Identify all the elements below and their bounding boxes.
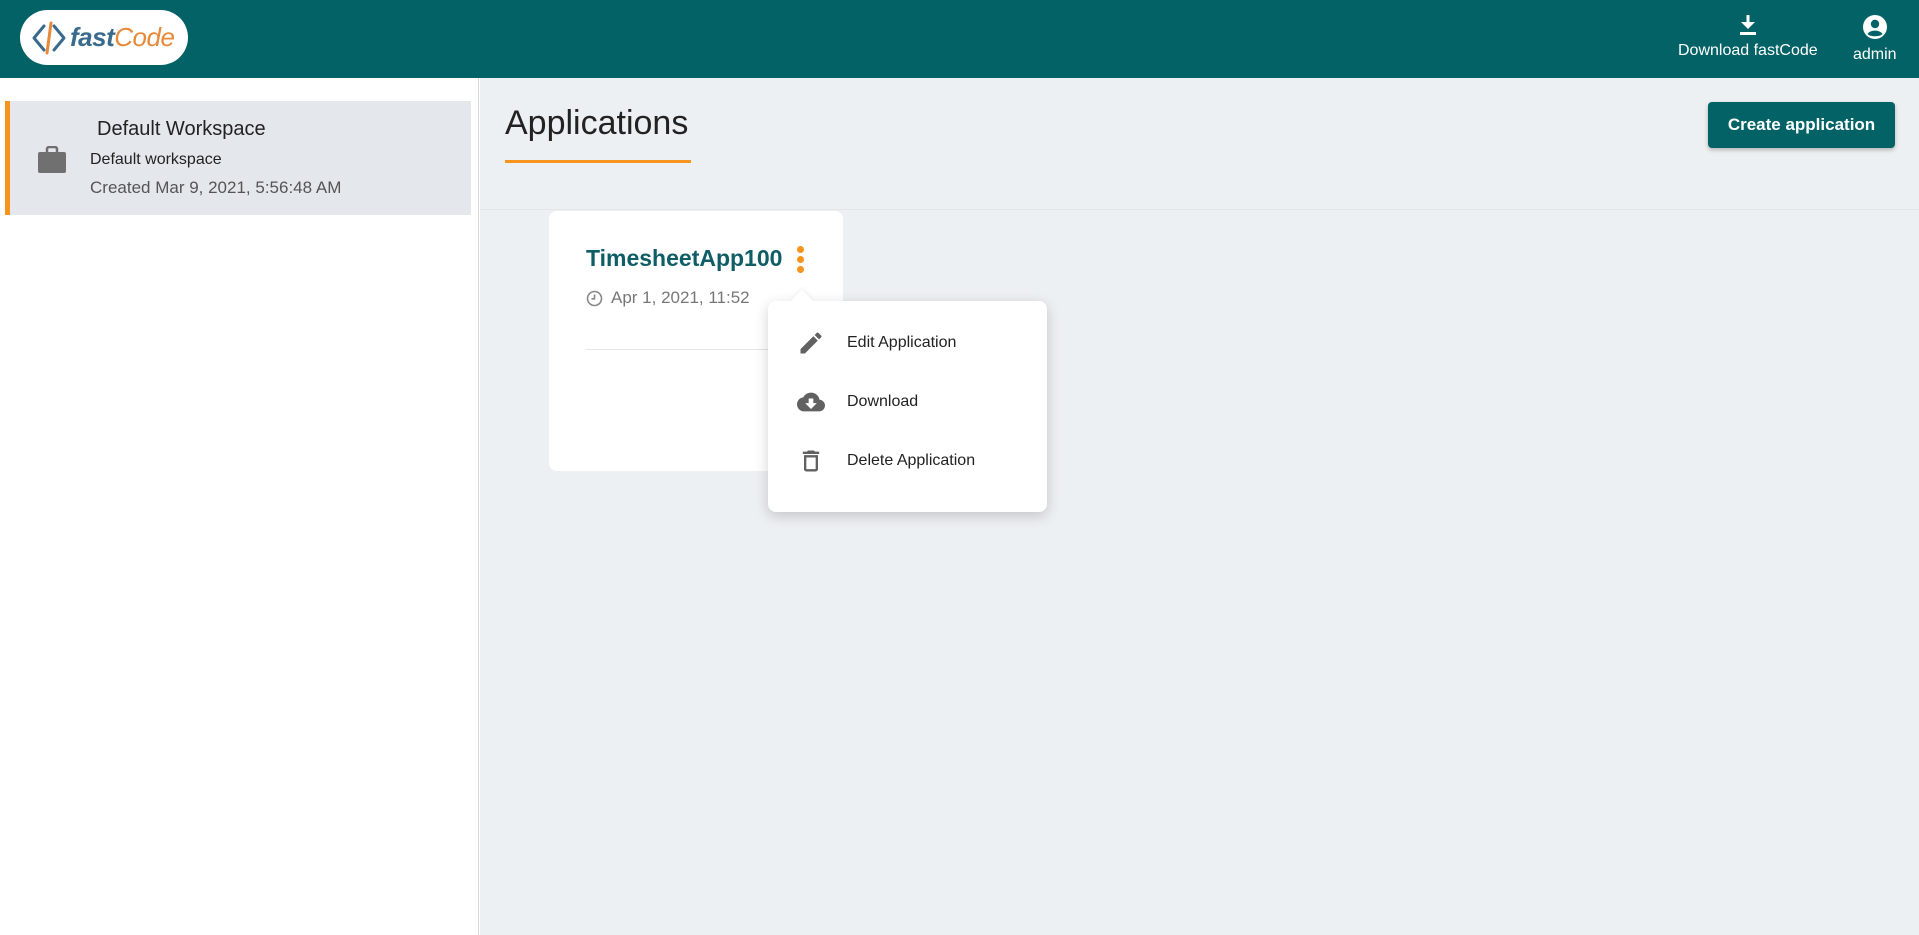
download-fastcode-label: Download fastCode — [1678, 42, 1818, 59]
menu-item-edit-application[interactable]: Edit Application — [768, 313, 1047, 372]
more-options-icon[interactable] — [793, 244, 807, 280]
page-header: Applications Create application — [480, 78, 1919, 210]
application-name[interactable]: TimesheetApp100 — [586, 245, 782, 272]
application-date-text: Apr 1, 2021, 11:52 — [611, 288, 750, 307]
menu-item-label: Edit Application — [847, 333, 957, 351]
download-icon — [1739, 15, 1756, 35]
top-bar: fastCode Download fastCode admin — [0, 0, 1919, 78]
account-circle-icon — [1862, 15, 1887, 39]
create-application-button[interactable]: Create application — [1708, 102, 1895, 148]
title-underline — [505, 160, 691, 163]
logo-wordmark: fastCode — [70, 22, 175, 53]
logo-text-fast: fast — [70, 22, 115, 52]
briefcase-icon — [38, 146, 66, 173]
workspace-item-default[interactable]: Default Workspace Default workspace Crea… — [5, 101, 471, 215]
workspace-sidebar: Default Workspace Default workspace Crea… — [0, 78, 479, 935]
menu-item-label: Download — [847, 392, 919, 410]
workspace-description: Default workspace — [90, 151, 222, 168]
clock-icon — [586, 290, 603, 306]
menu-item-label: Delete Application — [847, 451, 976, 469]
menu-item-download[interactable]: Download — [768, 372, 1047, 431]
trash-icon — [802, 450, 820, 471]
menu-item-delete-application[interactable]: Delete Application — [768, 431, 1047, 490]
workspace-created-date: Created Mar 9, 2021, 5:56:48 AM — [90, 178, 342, 197]
main-content: Applications Create application Timeshee… — [480, 78, 1919, 935]
fastcode-logo[interactable]: fastCode — [20, 10, 188, 65]
workspace-title: Default Workspace — [97, 118, 266, 140]
logo-text-code: Code — [114, 22, 175, 52]
card-divider — [586, 349, 786, 350]
application-options-menu: Edit Application Download Delete Applica… — [768, 301, 1047, 512]
cloud-download-icon — [797, 392, 825, 411]
download-fastcode-button[interactable]: Download fastCode — [1678, 14, 1818, 60]
page-title: Applications — [505, 104, 689, 142]
application-date: Apr 1, 2021, 11:52 — [586, 288, 750, 308]
admin-label: admin — [1853, 46, 1897, 63]
pencil-icon — [800, 331, 822, 353]
code-brackets-icon — [32, 21, 66, 54]
admin-account-button[interactable]: admin — [1853, 14, 1897, 64]
